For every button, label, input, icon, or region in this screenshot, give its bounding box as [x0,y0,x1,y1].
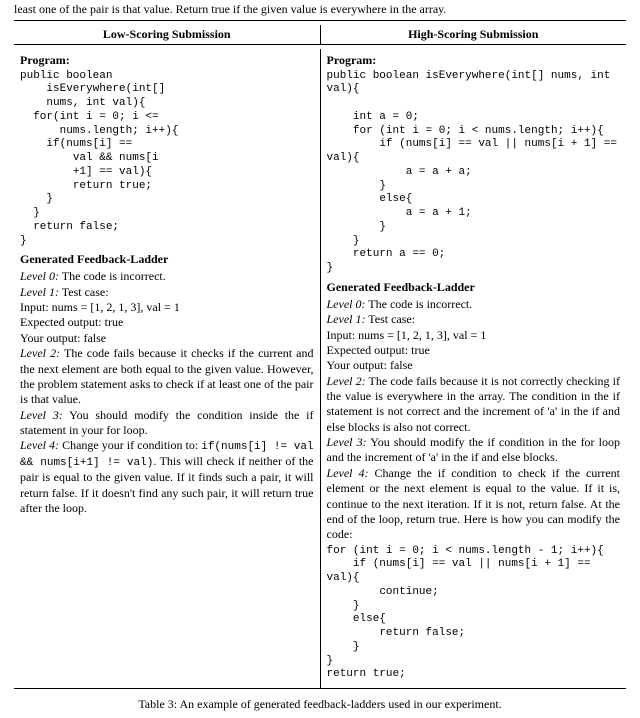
table-caption: Table 3: An example of generated feedbac… [14,697,626,712]
lvl4-label: Level 4: [20,438,59,452]
lvl2-text: The code fails because it checks if the … [20,346,314,406]
feedback-label-right: Generated Feedback-Ladder [327,280,621,295]
comparison-table: Low-Scoring Submission High-Scoring Subm… [14,20,626,694]
header-right: High-Scoring Submission [320,25,626,45]
feedback-label-left: Generated Feedback-Ladder [20,252,314,267]
r-lvl2-text: The code fails because it is not correct… [327,374,621,434]
lvl0-label: Level 0: [20,269,59,283]
feedback-left: Level 0: The code is incorrect. Level 1:… [20,269,314,516]
r-lvl0-text: The code is incorrect. [368,297,472,311]
lvl3-text: You should modify the condition inside t… [20,408,314,437]
lvl1-label: Level 1: [20,285,59,299]
feedback-right: Level 0: The code is incorrect. Level 1:… [327,297,621,543]
r-lvl4-label: Level 4: [327,466,369,480]
lvl2-label: Level 2: [20,346,60,360]
expected-line: Expected output: true [20,315,123,329]
your-line: Your output: false [20,331,106,345]
code-left: public boolean isEverywhere(int[] nums, … [20,70,314,249]
r-lvl1-label: Level 1: [327,312,366,326]
header-left: Low-Scoring Submission [14,25,320,45]
code-right-2: for (int i = 0; i < nums.length - 1; i++… [327,545,621,683]
r-lvl0-label: Level 0: [327,297,366,311]
lvl3-label: Level 3: [20,408,63,422]
program-label-left: Program: [20,53,314,68]
lvl0-text: The code is incorrect. [62,269,166,283]
input-line: Input: nums = [1, 2, 1, 3], val = 1 [20,300,180,314]
r-expected-line: Expected output: true [327,343,430,357]
caption-top: least one of the pair is that value. Ret… [14,2,626,18]
r-input-line: Input: nums = [1, 2, 1, 3], val = 1 [327,328,487,342]
r-lvl3-text: You should modify the if condition in th… [327,435,621,464]
code-right: public boolean isEverywhere(int[] nums, … [327,70,621,276]
r-lvl1-text: Test case: [368,312,415,326]
lvl1-text: Test case: [62,285,109,299]
r-lvl3-label: Level 3: [327,435,367,449]
r-lvl2-label: Level 2: [327,374,366,388]
r-lvl4-text: Change the if condition to check if the … [327,466,621,541]
program-label-right: Program: [327,53,621,68]
lvl4-pre: Change your if condition to: [62,438,201,452]
r-your-line: Your output: false [327,358,413,372]
page: least one of the pair is that value. Ret… [0,0,640,718]
